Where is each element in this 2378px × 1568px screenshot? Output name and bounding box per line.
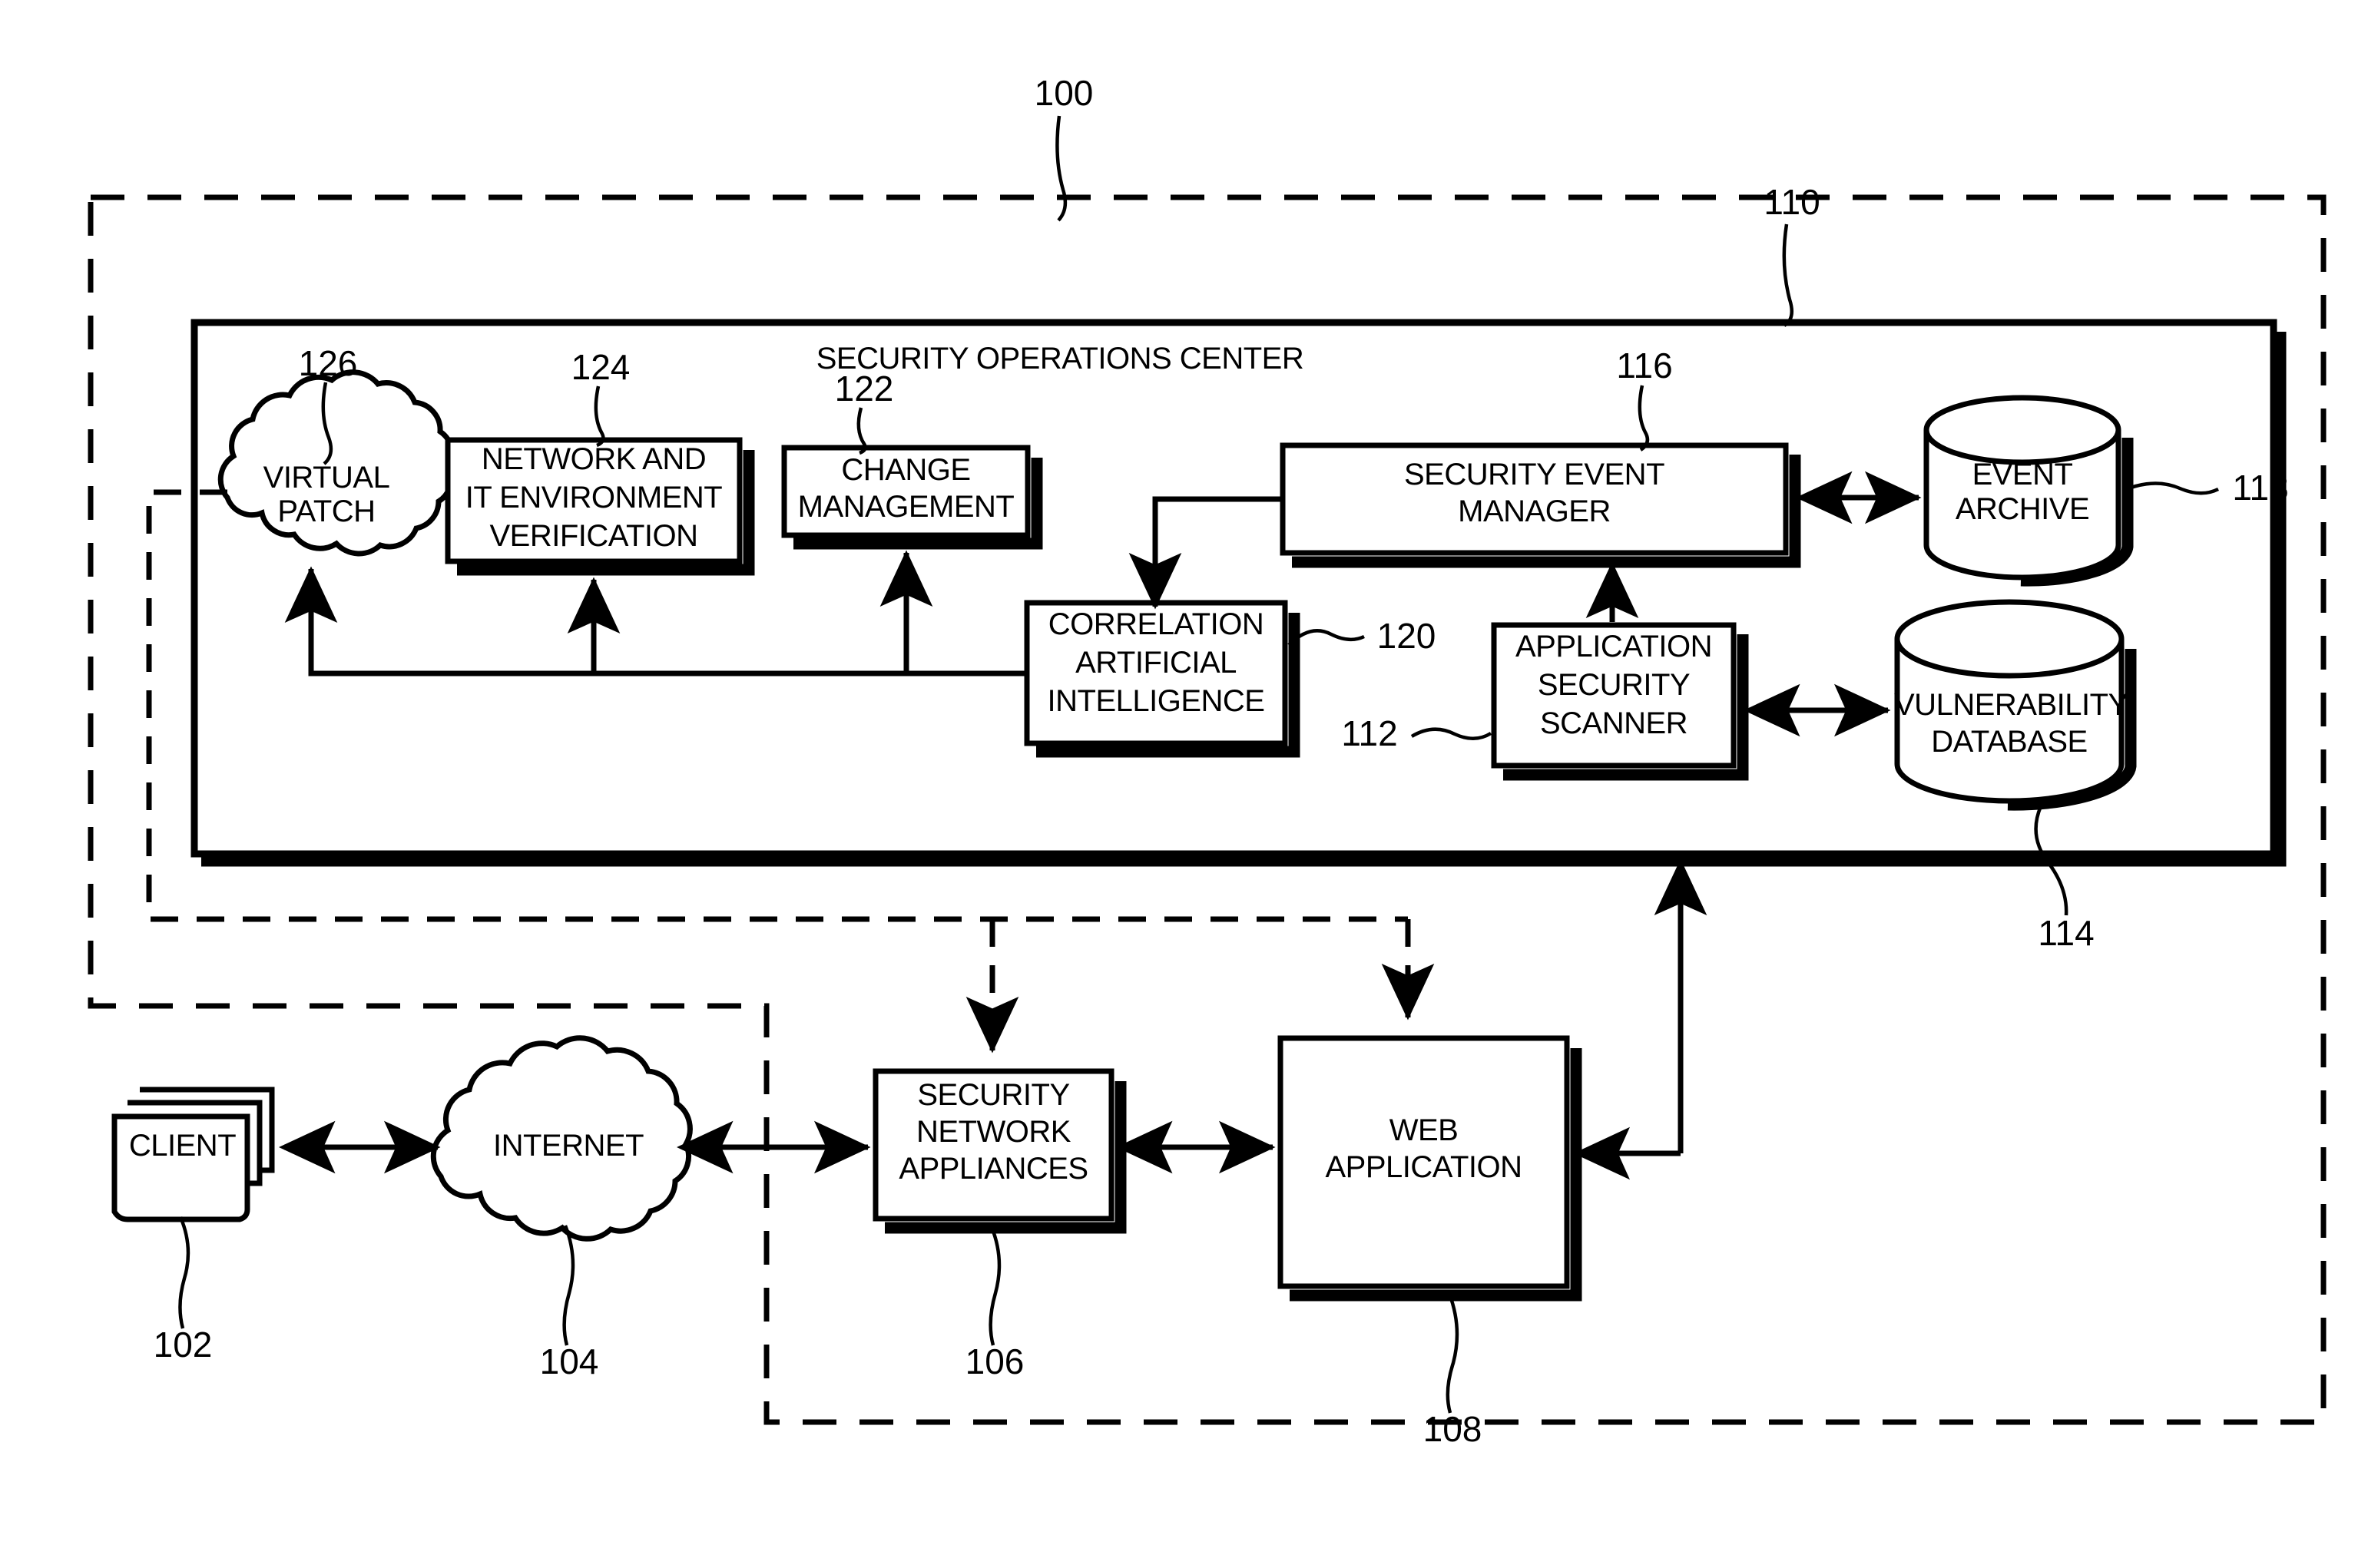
application-security-scanner-label-line2: SECURITY (1537, 668, 1691, 702)
ref-126: 126 (298, 343, 358, 383)
internet-label: INTERNET (493, 1129, 644, 1163)
ref-106: 106 (965, 1341, 1025, 1381)
ref-110: 110 (1764, 182, 1820, 222)
diagram-svg (88, 115, 2327, 1425)
correlation-ai-label-line2: ARTIFICIAL (1075, 646, 1237, 680)
web-application-label-line2: APPLICATION (1325, 1150, 1522, 1184)
leader-106 (989, 1226, 1002, 1346)
application-security-scanner-label-line3: SCANNER (1539, 706, 1688, 740)
network-it-verification-label-line3: VERIFICATION (489, 519, 698, 553)
ref-104: 104 (539, 1341, 599, 1381)
client-label: CLIENT (128, 1129, 237, 1163)
ref-102: 102 (153, 1325, 213, 1365)
ref-116: 116 (1616, 346, 1673, 385)
security-event-manager-label-line2: MANAGER (1458, 495, 1611, 528)
leader-102 (178, 1216, 190, 1329)
ref-112: 112 (1341, 713, 1398, 753)
ref-114: 114 (2038, 913, 2095, 953)
correlation-ai-label-line3: INTELLIGENCE (1047, 684, 1265, 718)
leader-108 (1446, 1293, 1459, 1414)
leader-100 (1055, 115, 1068, 222)
event-archive-label-line2: ARCHIVE (1955, 492, 2090, 526)
ref-122: 122 (834, 369, 894, 409)
security-network-appliances-label-line1: SECURITY (917, 1078, 1070, 1112)
vulnerability-database-label-line2: DATABASE (1931, 725, 2088, 759)
network-it-verification-label-line2: IT ENVIRONMENT (465, 481, 723, 514)
leader-104 (562, 1225, 575, 1346)
ref-100: 100 (1034, 73, 1094, 113)
event-archive-label-line1: EVENT (1972, 458, 2073, 491)
ref-124: 124 (571, 347, 631, 387)
security-network-appliances-label-line3: APPLIANCES (899, 1152, 1088, 1186)
change-management-label-line2: MANAGEMENT (797, 490, 1015, 524)
vulnerability-database-label-line1: VULNERABILITY (1894, 688, 2128, 722)
security-event-manager-label-line1: SECURITY EVENT (1404, 458, 1665, 491)
ref-118: 118 (2232, 468, 2289, 508)
leader-110 (1782, 223, 1794, 327)
ref-108: 108 (1422, 1409, 1482, 1449)
virtual-patch-label-line2: PATCH (277, 495, 376, 528)
ref-120: 120 (1376, 616, 1436, 656)
patent-figure-canvas: 100 SECURITY OPERATIONS CENTER 110 VIRTU… (0, 0, 2378, 1568)
correlation-ai-label-line1: CORRELATION (1048, 607, 1264, 641)
change-management-label-line1: CHANGE (841, 453, 971, 487)
virtual-patch-label-line1: VIRTUAL (263, 461, 390, 495)
connector-webapp-to-soc (1573, 858, 1707, 1180)
web-application-label-line1: WEB (1389, 1113, 1459, 1147)
network-it-verification-label-line1: NETWORK AND (481, 442, 707, 476)
security-network-appliances-label-line2: NETWORK (916, 1115, 1071, 1149)
application-security-scanner-label-line1: APPLICATION (1515, 630, 1713, 663)
